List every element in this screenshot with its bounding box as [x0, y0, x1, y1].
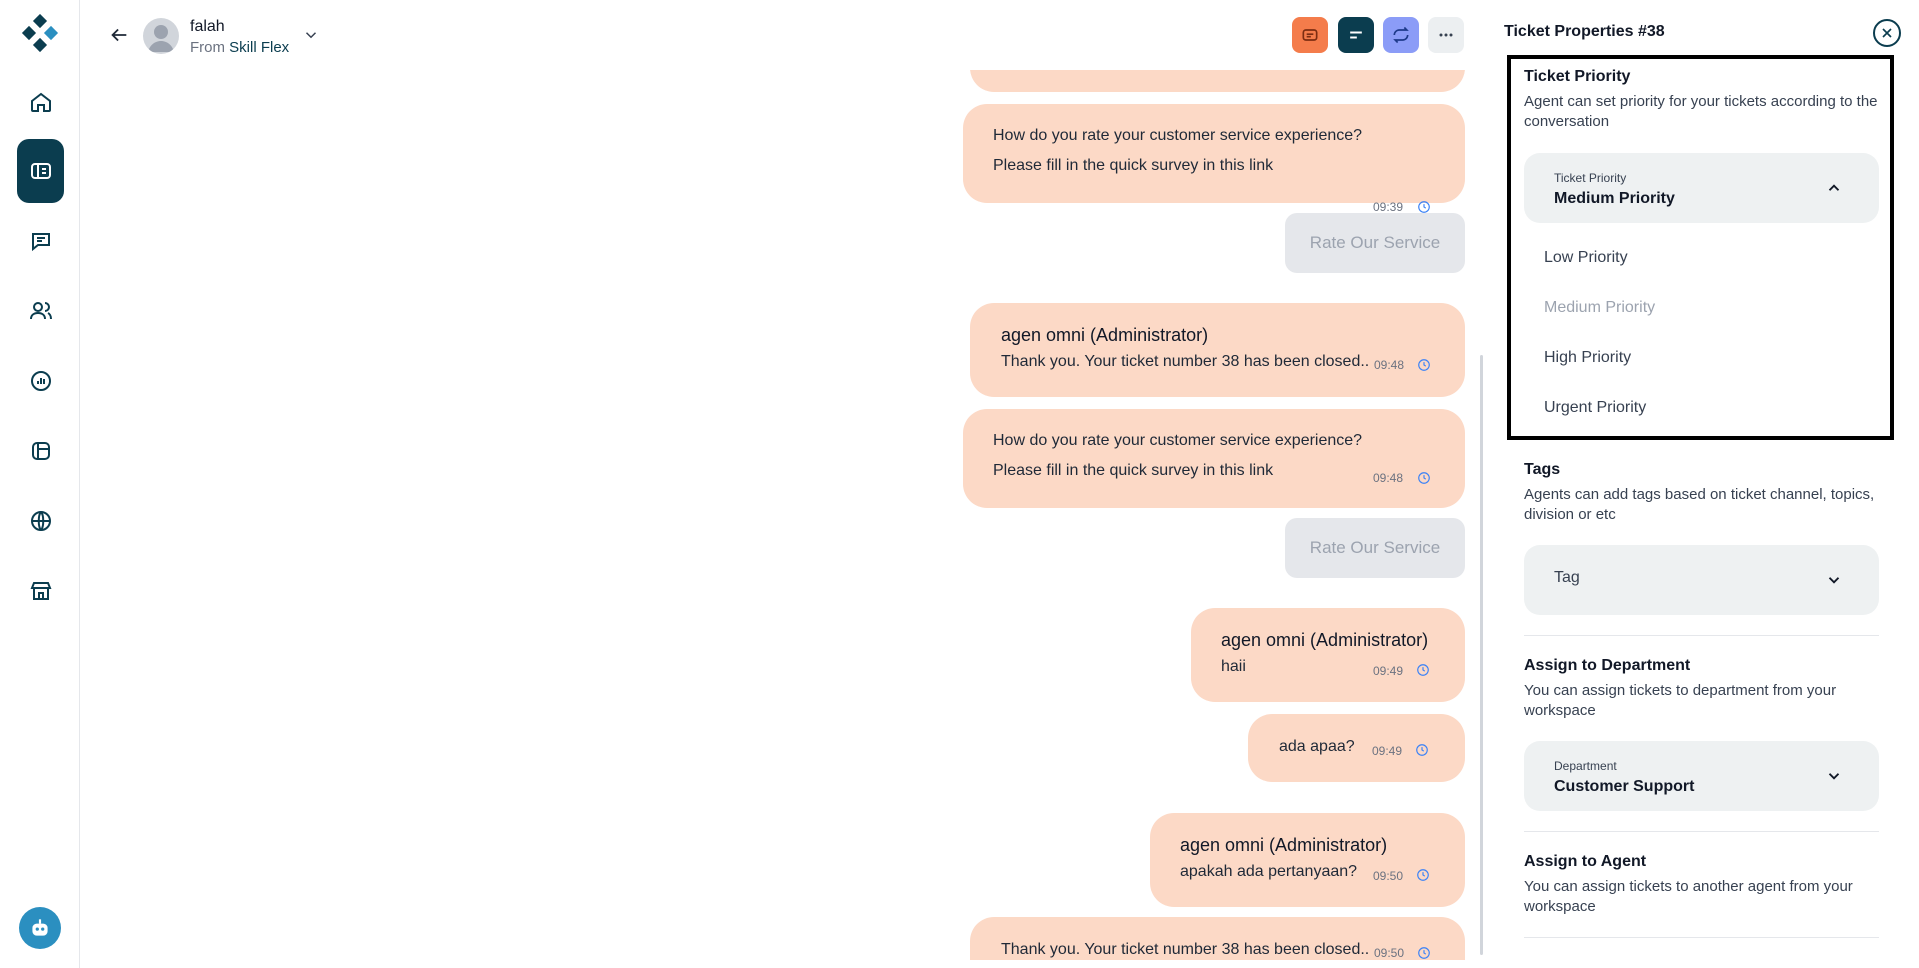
nav-home-icon[interactable]: [17, 70, 64, 134]
left-sidebar: [0, 0, 80, 968]
message-time: 09:48: [1373, 471, 1404, 485]
conversation-header: falah From Skill Flex: [80, 0, 1480, 70]
customer-dropdown-chevron-icon[interactable]: [302, 26, 320, 44]
section-divider: [1524, 937, 1879, 938]
chevron-down-icon: [1828, 773, 1840, 780]
customer-source: From Skill Flex: [190, 39, 289, 56]
chatbot-avatar-icon[interactable]: [19, 907, 61, 949]
close-icon[interactable]: [1873, 19, 1901, 47]
panel-title: Ticket Properties #38: [1504, 23, 1665, 40]
priority-section-desc: Agent can set priority for your tickets …: [1524, 93, 1878, 130]
message-text: Please fill in the quick survey in this …: [993, 462, 1274, 479]
department-select[interactable]: Department Customer Support: [1524, 741, 1879, 811]
message-sender: agen omni (Administrator): [1001, 325, 1209, 345]
message-text: Thank you. Your ticket number 38 has bee…: [1001, 353, 1370, 370]
department-section-desc: You can assign tickets to department fro…: [1524, 682, 1837, 719]
message-bubble: agen omni (Administrator) haii 09:49: [1191, 608, 1465, 702]
chevron-up-icon: [1828, 184, 1840, 191]
clock-icon: [1417, 869, 1429, 881]
message-text: Please fill in the quick survey in this …: [993, 157, 1274, 174]
nav-globe-icon[interactable]: [17, 489, 64, 553]
from-label: From: [190, 39, 225, 56]
rate-our-service-button[interactable]: Rate Our Service: [1285, 518, 1465, 578]
chat-messages-area[interactable]: How do you rate your customer service ex…: [80, 70, 1480, 960]
customer-avatar: [143, 18, 179, 54]
transfer-button[interactable]: [1383, 17, 1419, 53]
clock-icon: [1418, 201, 1430, 213]
agent-section-title: Assign to Agent: [1524, 853, 1647, 870]
tag-select-placeholder: Tag: [1554, 569, 1580, 586]
message-text: How do you rate your customer service ex…: [993, 127, 1363, 144]
message-text: haii: [1221, 658, 1246, 675]
department-section-title: Assign to Department: [1524, 657, 1691, 674]
clock-icon: [1416, 744, 1428, 756]
message-text: Thank you. Your ticket number 38 has bee…: [1001, 941, 1370, 958]
message-time: 09:50: [1374, 946, 1405, 960]
message-time: 09:49: [1372, 744, 1403, 758]
priority-select-label: Ticket Priority: [1554, 171, 1627, 185]
clock-icon: [1418, 947, 1430, 959]
nav-contacts-icon[interactable]: [17, 279, 64, 343]
nav-reports-icon[interactable]: [17, 349, 64, 413]
priority-option-high[interactable]: High Priority: [1544, 349, 1631, 367]
department-select-value: Customer Support: [1554, 778, 1695, 795]
section-divider: [1524, 635, 1879, 636]
chat-scrollbar[interactable]: [1480, 355, 1483, 955]
tags-section-title: Tags: [1524, 461, 1561, 478]
priority-select[interactable]: Ticket Priority Medium Priority: [1524, 153, 1879, 223]
message-time: 09:48: [1374, 358, 1405, 372]
section-divider: [1524, 831, 1879, 832]
source-name: Skill Flex: [229, 39, 290, 56]
message-bubble: agen omni (Administrator) apakah ada per…: [1150, 813, 1465, 907]
priority-section-title: Ticket Priority: [1524, 68, 1631, 85]
transcript-button[interactable]: [1292, 17, 1328, 53]
tag-select[interactable]: Tag: [1524, 545, 1879, 615]
message-text: apakah ada pertanyaan?: [1180, 863, 1358, 880]
message-bubble: Thank you. Your ticket number 38 has bee…: [970, 917, 1465, 960]
message-text: How do you rate your customer service ex…: [993, 432, 1363, 449]
priority-option-urgent[interactable]: Urgent Priority: [1544, 399, 1646, 417]
message-bubble: How do you rate your customer service ex…: [963, 409, 1465, 508]
message-sender: agen omni (Administrator): [1180, 835, 1388, 855]
message-time: 09:50: [1373, 869, 1404, 883]
clock-icon: [1418, 359, 1430, 371]
customer-name: falah: [190, 18, 225, 35]
priority-option-low[interactable]: Low Priority: [1544, 249, 1628, 267]
rate-our-service-button[interactable]: Rate Our Service: [1285, 213, 1465, 273]
back-arrow-icon[interactable]: [105, 21, 133, 49]
priority-option-medium[interactable]: Medium Priority: [1544, 299, 1655, 317]
message-sender: agen omni (Administrator): [1221, 630, 1429, 650]
message-bubble: ada apaa? 09:49: [1248, 714, 1465, 782]
message-text: ada apaa?: [1279, 738, 1355, 755]
clock-icon: [1418, 472, 1430, 484]
more-options-button[interactable]: [1428, 17, 1464, 53]
message-time: 09:39: [1373, 200, 1404, 214]
agent-section-desc: You can assign tickets to another agent …: [1524, 878, 1853, 915]
nav-tickets-icon[interactable]: [17, 139, 64, 203]
app-logo-icon[interactable]: [20, 13, 60, 54]
priority-select-value: Medium Priority: [1554, 190, 1675, 207]
notes-button[interactable]: [1338, 17, 1374, 53]
nav-store-icon[interactable]: [17, 559, 64, 623]
tags-section-desc: Agents can add tags based on ticket chan…: [1524, 486, 1875, 523]
department-select-label: Department: [1554, 759, 1617, 773]
message-bubble: How do you rate your customer service ex…: [963, 104, 1465, 214]
message-time: 09:49: [1373, 664, 1404, 678]
ticket-properties-panel: Ticket Properties #38 Ticket Priority Ag…: [1487, 0, 1919, 968]
chevron-down-icon: [1828, 577, 1840, 584]
nav-chat-icon[interactable]: [17, 209, 64, 273]
clock-icon: [1417, 664, 1429, 676]
message-bubble-partial: [970, 70, 1465, 92]
message-bubble: agen omni (Administrator) Thank you. You…: [970, 303, 1465, 397]
nav-knowledge-icon[interactable]: [17, 419, 64, 483]
